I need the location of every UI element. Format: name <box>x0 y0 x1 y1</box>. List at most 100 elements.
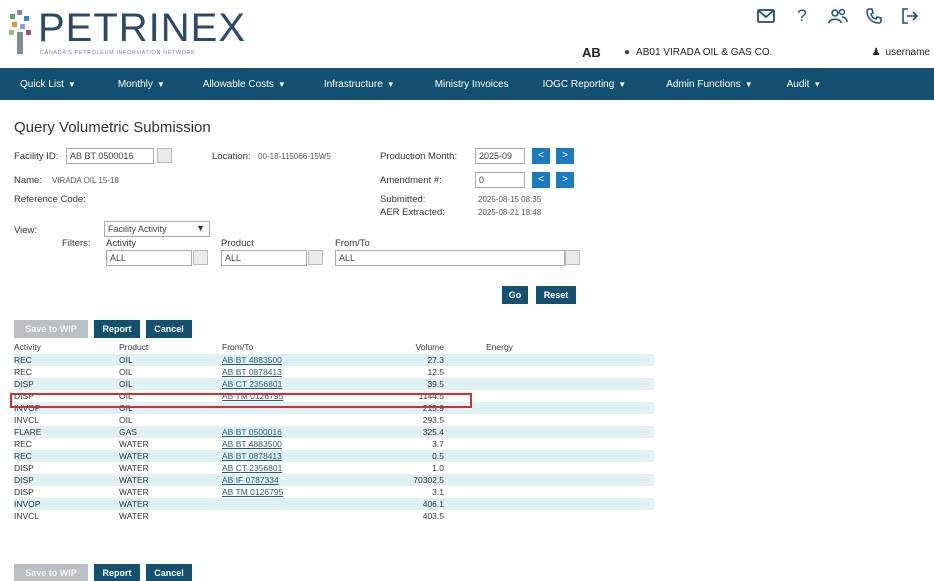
province-code: AB <box>582 45 601 60</box>
chevron-down-icon: ▼ <box>386 79 395 89</box>
report-button-bottom[interactable]: Report <box>94 564 140 581</box>
mail-icon[interactable] <box>756 6 776 26</box>
cell-product: WATER <box>119 439 149 449</box>
table-row: REC OIL AB BT 4883500 27.3 <box>14 354 654 366</box>
table-row: INVCL OIL 293.5 <box>14 414 654 426</box>
cell-product: WATER <box>119 463 149 473</box>
cell-activity: REC <box>14 367 32 377</box>
nav-audit[interactable]: Audit ▼ <box>753 79 822 90</box>
highlight-box <box>10 393 472 408</box>
product-filter-label: Product <box>221 238 254 249</box>
fromto-filter-label: From/To <box>335 238 370 249</box>
table-row: FLARE GAS AB BT 0500016 325.4 <box>14 426 654 438</box>
nav-allowable-costs[interactable]: Allowable Costs ▼ <box>165 79 286 90</box>
save-to-wip-button-bottom[interactable]: Save to WIP <box>14 564 88 581</box>
aer-extracted-label: AER Extracted: <box>380 207 445 218</box>
cell-volume: 1.0 <box>432 463 444 473</box>
cell-product: WATER <box>119 451 149 461</box>
nav-monthly[interactable]: Monthly ▼ <box>76 79 165 90</box>
cell-volume: 12.5 <box>427 367 444 377</box>
table-row: DISP WATER AB TM 0126795 3.1 <box>14 486 654 498</box>
volumetric-table: Activity Product From/To Volume Energy R… <box>14 341 654 522</box>
facility-id-input[interactable]: AB BT 0500016 <box>66 148 154 164</box>
col-energy-header: Energy <box>486 342 513 352</box>
petrinex-logo[interactable]: PETRINEX CANADA'S PETROLEUM INFORMATION … <box>8 6 245 56</box>
cell-volume: 325.4 <box>422 427 444 437</box>
logout-icon[interactable] <box>900 6 920 26</box>
cell-fromto-link[interactable]: AB TM 0126795 <box>222 486 283 498</box>
chevron-down-icon: ▼ <box>618 79 627 89</box>
product-filter-lookup-button[interactable] <box>308 250 323 265</box>
operator-selector[interactable]: ● AB01 VIRADA OIL & GAS CO. <box>624 47 772 58</box>
reference-code-label: Reference Code: <box>14 194 86 205</box>
save-to-wip-button[interactable]: Save to WIP <box>14 320 88 338</box>
cell-volume: 406.1 <box>422 499 444 509</box>
col-product-header: Product <box>119 342 149 352</box>
nav-iogc-reporting[interactable]: IOGC Reporting ▼ <box>509 79 627 90</box>
cell-activity: REC <box>14 439 32 449</box>
go-button[interactable]: Go <box>502 286 528 304</box>
table-row: REC WATER AB BT 0878413 0.5 <box>14 450 654 462</box>
nav-quick-list[interactable]: Quick List ▼ <box>0 79 76 90</box>
cell-product: OIL <box>119 355 133 365</box>
fromto-filter-lookup-button[interactable] <box>565 250 580 265</box>
aer-extracted-value: 2025-08-21 18:48 <box>478 208 542 217</box>
table-row: REC OIL AB BT 0878413 12.5 <box>14 366 654 378</box>
facility-lookup-button[interactable] <box>157 148 172 163</box>
nav-infrastructure[interactable]: Infrastructure ▼ <box>286 79 395 90</box>
location-label: Location: <box>212 151 251 162</box>
cell-activity: INVOP <box>14 499 41 509</box>
header-context: AB ● AB01 VIRADA OIL & GAS CO. ♟ username <box>540 45 930 63</box>
cancel-button[interactable]: Cancel <box>146 320 192 338</box>
cell-activity: DISP <box>14 379 34 389</box>
user-menu[interactable]: ♟ username <box>872 47 930 58</box>
cell-product: WATER <box>119 475 149 485</box>
cell-fromto-link[interactable]: AB CT 2356801 <box>222 462 282 474</box>
help-icon[interactable]: ? <box>792 6 812 26</box>
cell-fromto-link[interactable]: AB BT 0878413 <box>222 450 282 462</box>
page-title: Query Volumetric Submission <box>14 119 211 136</box>
main-nav: Quick List ▼ Monthly ▼ Allowable Costs ▼ In… <box>0 68 934 100</box>
cell-fromto-link[interactable]: AB BT 4883500 <box>222 354 282 366</box>
cell-product: GAS <box>119 427 137 437</box>
phone-icon[interactable] <box>864 6 884 26</box>
table-row: DISP WATER AB CT 2356801 1.0 <box>14 462 654 474</box>
cell-product: WATER <box>119 511 149 521</box>
facility-name-value: VIRADA OIL 15-18 <box>52 176 119 185</box>
report-button[interactable]: Report <box>94 320 140 338</box>
chevron-down-icon: ▼ <box>813 79 822 89</box>
cell-volume: 0.5 <box>432 451 444 461</box>
table-row: DISP OIL AB CT 2356801 39.5 <box>14 378 654 390</box>
next-amendment-button[interactable]: > <box>556 172 574 188</box>
cell-fromto-link[interactable]: AB IF 0787334 <box>222 474 279 486</box>
col-fromto-header: From/To <box>222 342 254 352</box>
product-filter-input[interactable]: ALL <box>221 250 307 266</box>
cell-fromto-link[interactable]: AB BT 0878413 <box>222 366 282 378</box>
cell-product: OIL <box>119 415 133 425</box>
cell-product: WATER <box>119 487 149 497</box>
prev-amendment-button[interactable]: < <box>532 172 550 188</box>
nav-admin-functions[interactable]: Admin Functions ▼ <box>626 79 752 90</box>
nav-ministry-invoices[interactable]: Ministry Invoices <box>395 79 509 90</box>
activity-filter-input[interactable]: ALL <box>106 250 192 266</box>
cell-fromto-link[interactable]: AB CT 2356801 <box>222 378 282 390</box>
view-select[interactable]: Facility Activity ▼ <box>104 221 210 237</box>
amendment-input[interactable]: 0 <box>475 172 525 188</box>
chevron-down-icon: ▼ <box>67 79 76 89</box>
cell-fromto-link[interactable]: AB BT 4883500 <box>222 438 282 450</box>
activity-filter-lookup-button[interactable] <box>193 250 208 265</box>
reset-button[interactable]: Reset <box>536 286 576 304</box>
cell-activity: REC <box>14 355 32 365</box>
table-body: REC OIL AB BT 4883500 27.3 REC OIL AB BT 08784… <box>14 354 654 522</box>
production-month-input[interactable]: 2025-09 <box>475 148 525 164</box>
users-icon[interactable] <box>828 6 848 26</box>
prev-month-button[interactable]: < <box>532 148 550 164</box>
col-activity-header: Activity <box>14 342 41 352</box>
user-icon: ♟ <box>871 47 881 58</box>
fromto-filter-input[interactable]: ALL <box>335 250 565 266</box>
cell-volume: 3.7 <box>432 439 444 449</box>
cell-fromto-link[interactable]: AB BT 0500016 <box>222 426 282 438</box>
cancel-button-bottom[interactable]: Cancel <box>146 564 192 581</box>
next-month-button[interactable]: > <box>556 148 574 164</box>
filters-label: Filters: <box>62 238 91 249</box>
